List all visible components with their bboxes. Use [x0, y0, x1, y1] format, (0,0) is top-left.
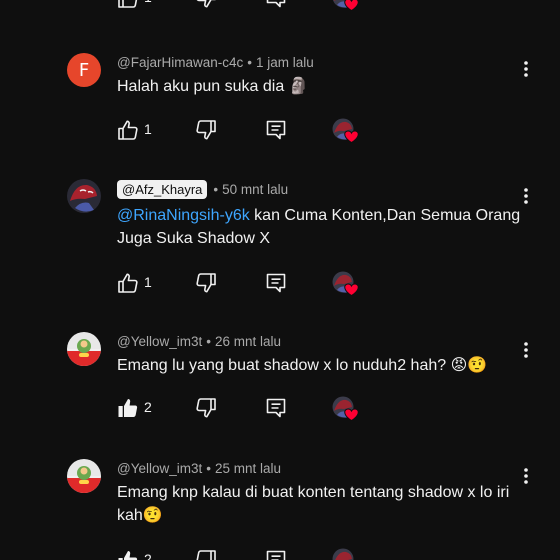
creator-heart-icon	[332, 0, 360, 12]
thumb-up-filled-icon[interactable]	[116, 396, 140, 420]
reply-icon[interactable]	[264, 271, 288, 295]
dislike-button[interactable]	[194, 0, 218, 10]
thumb-down-icon[interactable]	[194, 118, 218, 142]
comment-actions: 2	[116, 548, 366, 560]
like-count: 2	[144, 399, 152, 415]
like-count: 2	[144, 551, 152, 560]
thumb-up-icon[interactable]	[116, 118, 140, 142]
author-handle[interactable]: @Afz_Khayra	[117, 180, 208, 199]
creator-heart-icon	[332, 396, 360, 422]
separator: •	[206, 334, 211, 349]
like-count: 1	[144, 274, 152, 290]
comment-time: 50 mnt lalu	[222, 182, 289, 197]
avatar[interactable]	[67, 459, 101, 493]
creator-heart-icon	[332, 118, 360, 144]
like-count: 1	[144, 0, 152, 5]
avatar[interactable]	[67, 332, 101, 366]
separator: •	[213, 182, 219, 197]
thumb-down-icon[interactable]	[194, 548, 218, 560]
thumb-up-icon[interactable]	[116, 271, 140, 295]
reply-icon[interactable]	[264, 396, 288, 420]
author-handle[interactable]: @FajarHimawan-c4c	[117, 55, 243, 70]
comment-text: @RinaNingsih-y6k kan Cuma Konten,Dan Sem…	[117, 204, 527, 250]
author-handle[interactable]: @Yellow_im3t	[117, 461, 202, 476]
like-button[interactable]	[116, 0, 140, 10]
avatar[interactable]	[67, 179, 101, 213]
separator: •	[206, 461, 211, 476]
comment-text: Emang lu yang buat shadow x lo nuduh2 ha…	[117, 357, 488, 374]
more-vert-icon[interactable]	[516, 59, 536, 79]
comment-meta: @FajarHimawan-c4c • 1 jam lalu	[117, 55, 314, 70]
creator-heart-icon	[332, 548, 360, 560]
separator: •	[247, 55, 252, 70]
comment-text: Emang knp kalau di buat konten tentang s…	[117, 484, 510, 524]
more-vert-icon[interactable]	[516, 466, 536, 486]
mention-link[interactable]: @RinaNingsih-y6k	[117, 207, 250, 224]
avatar[interactable]: F	[67, 53, 101, 87]
comment-meta: @Yellow_im3t • 26 mnt lalu	[117, 334, 281, 349]
author-handle[interactable]: @Yellow_im3t	[117, 334, 202, 349]
comment-text: Halah aku pun suka dia 🗿	[117, 78, 309, 95]
more-vert-icon[interactable]	[516, 186, 536, 206]
thumb-up-filled-icon[interactable]	[116, 548, 140, 560]
thumb-down-icon[interactable]	[194, 271, 218, 295]
comment-time: 1 jam lalu	[255, 55, 314, 70]
previous-comment-actions: 1	[116, 0, 366, 10]
comment-actions: 2	[116, 396, 366, 420]
reply-button[interactable]	[264, 0, 288, 10]
comment-actions: 1	[116, 271, 366, 295]
more-vert-icon[interactable]	[516, 340, 536, 360]
creator-heart-icon	[332, 271, 360, 297]
comment-time: 26 mnt lalu	[214, 334, 282, 349]
comment-actions: 1	[116, 118, 366, 142]
reply-icon[interactable]	[264, 548, 288, 560]
comment-meta: @Afz_Khayra • 50 mnt lalu	[117, 180, 288, 199]
thumb-down-icon[interactable]	[194, 396, 218, 420]
like-count: 1	[144, 121, 152, 137]
comment-meta: @Yellow_im3t • 25 mnt lalu	[117, 461, 281, 476]
reply-icon[interactable]	[264, 118, 288, 142]
comment-time: 25 mnt lalu	[214, 461, 282, 476]
